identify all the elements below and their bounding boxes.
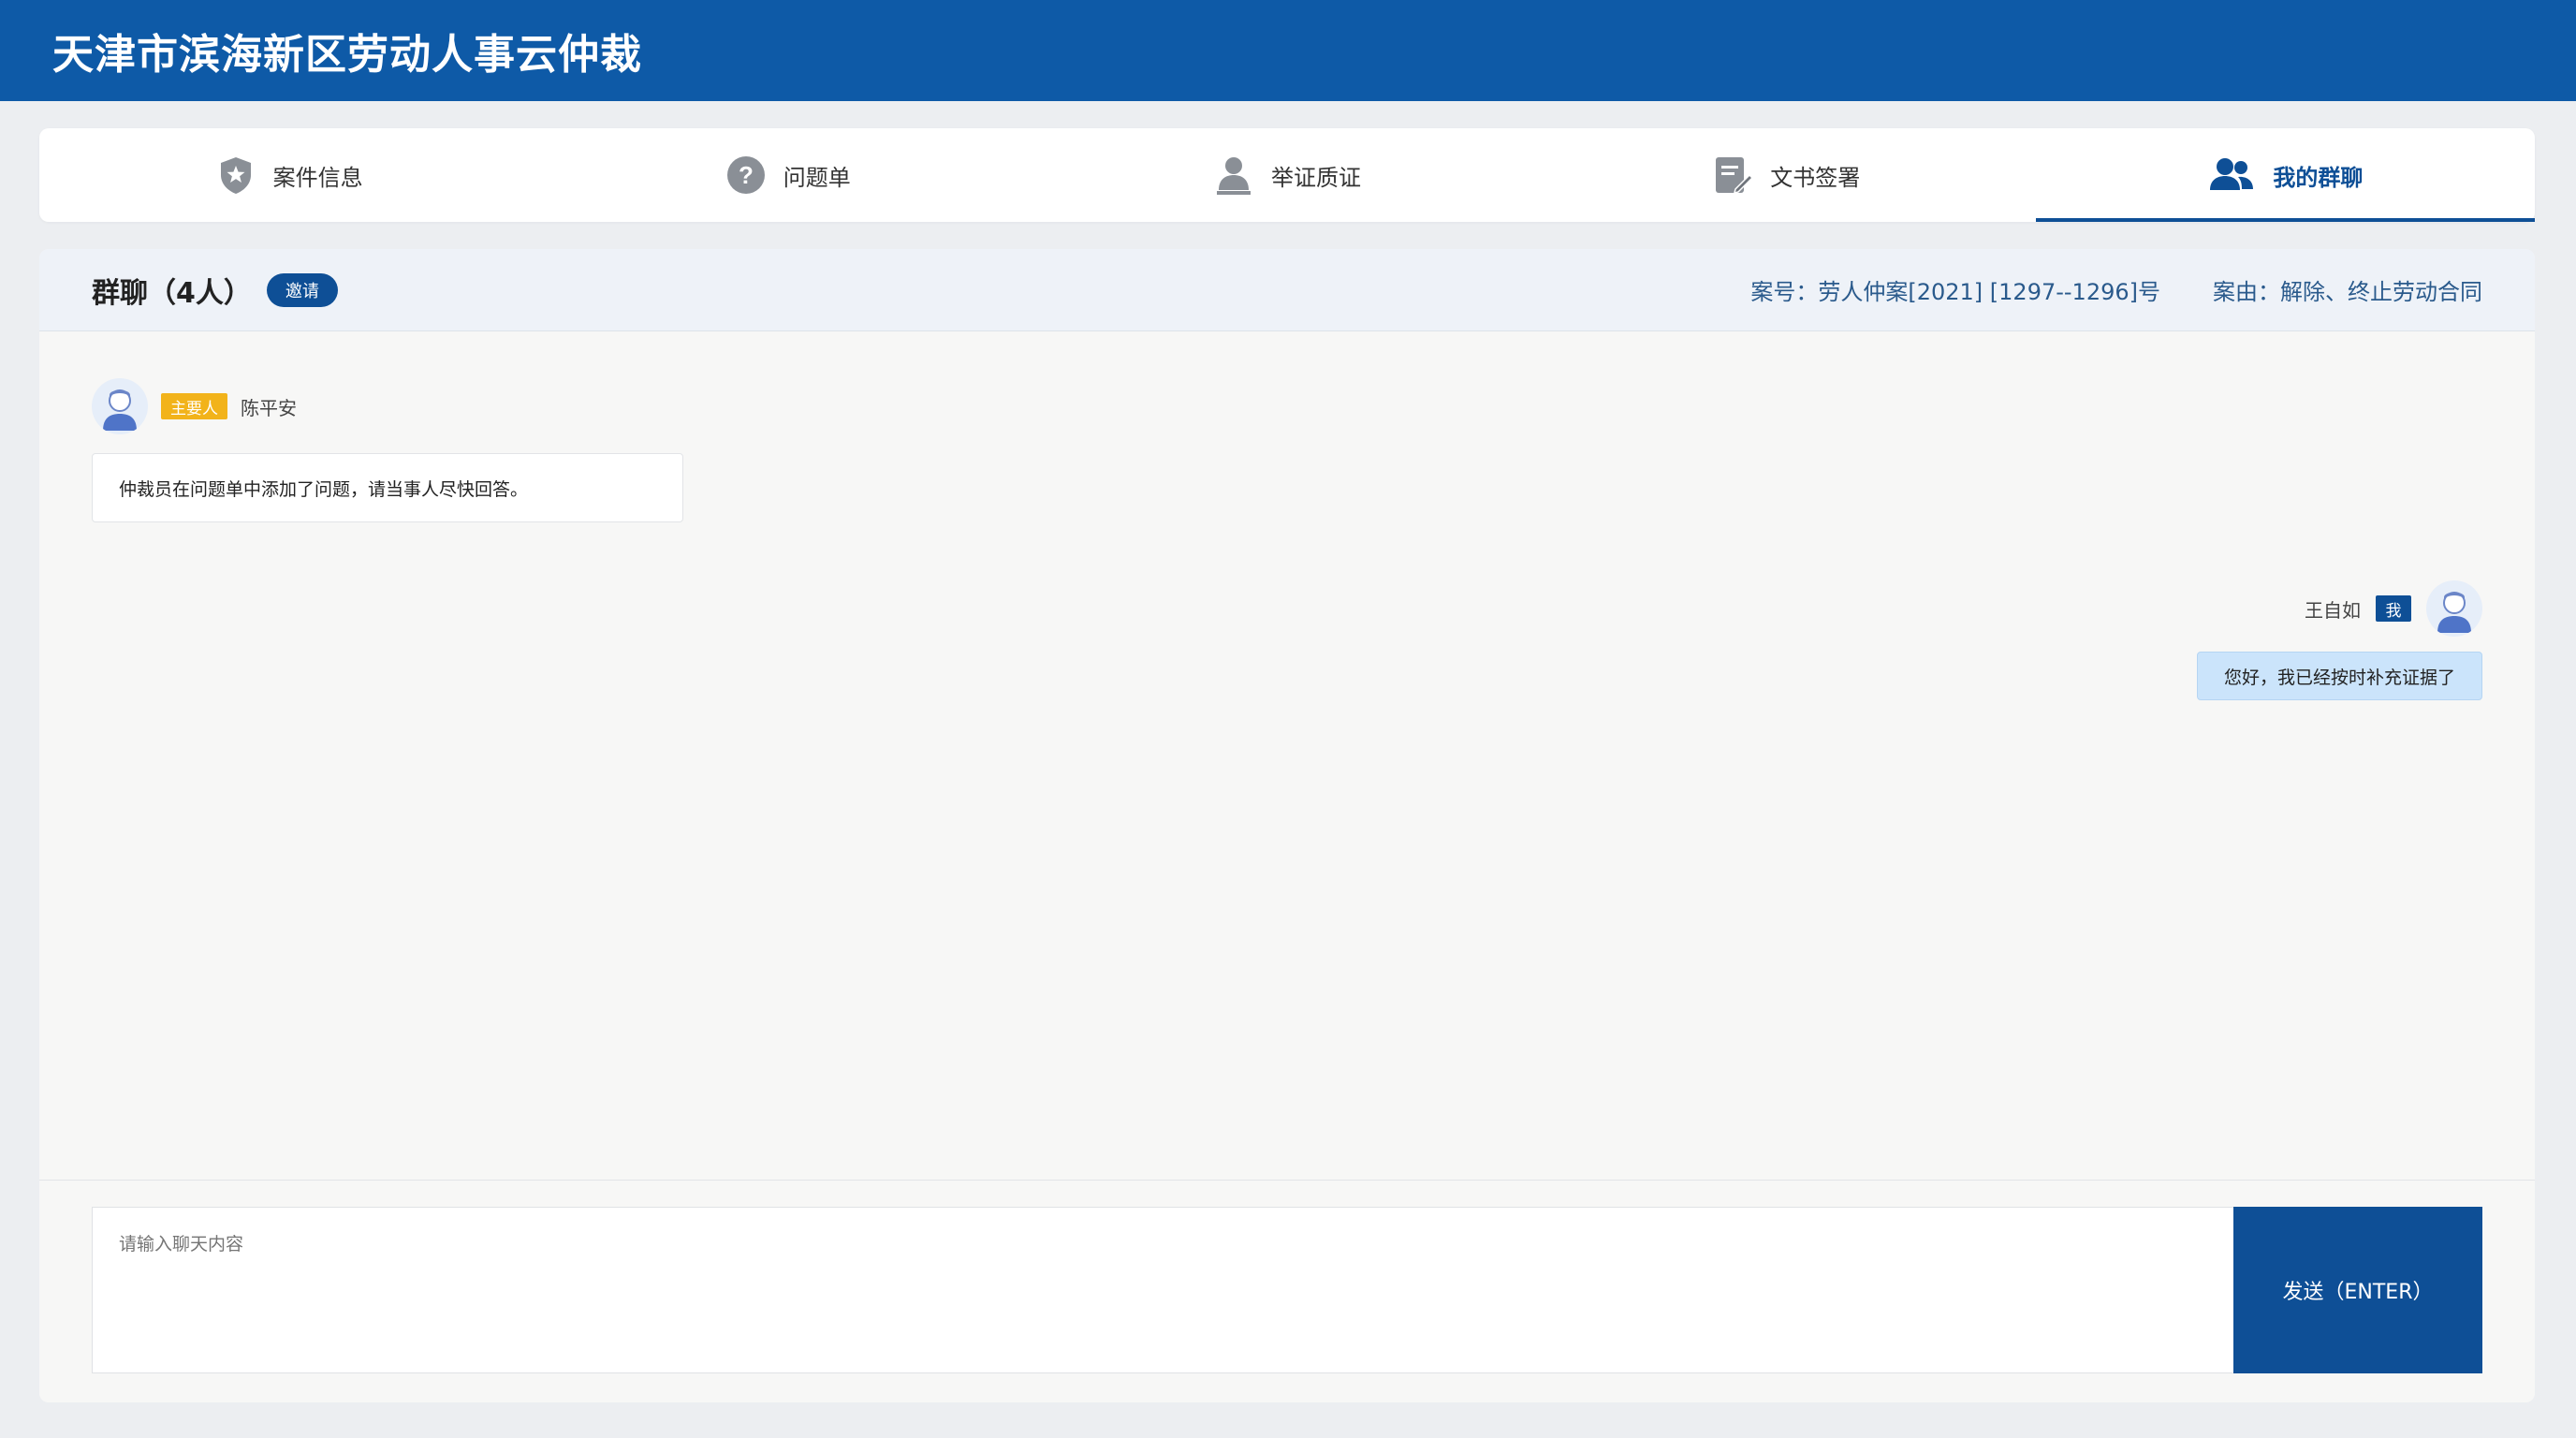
sender-name: 王自如: [2305, 598, 2361, 622]
tab-label: 我的群聊: [2273, 164, 2364, 191]
shield-star-icon: [220, 157, 251, 194]
tab-label: 文书签署: [1770, 164, 1861, 191]
tab-document-sign[interactable]: 文书签署: [1537, 128, 2036, 222]
app-header: 天津市滨海新区劳动人事云仲裁: [0, 0, 2576, 101]
chat-header: 群聊（4人） 邀请 案号：劳人仲案[2021] [1297--1296]号 案由…: [39, 249, 2535, 331]
tab-question-list[interactable]: ? 问题单: [538, 128, 1037, 222]
app-title: 天津市滨海新区劳动人事云仲裁: [52, 31, 642, 79]
avatar: [92, 378, 148, 434]
case-reason: 案由：解除、终止劳动合同: [2213, 279, 2482, 305]
avatar: [2426, 580, 2482, 637]
message-bubble: 仲裁员在问题单中添加了问题，请当事人尽快回答。: [92, 453, 683, 522]
case-number: 案号：劳人仲案[2021] [1297--1296]号: [1750, 279, 2160, 305]
role-badge: 主要人: [161, 393, 227, 419]
tab-label: 案件信息: [272, 164, 363, 191]
message-item: 王自如 我 您好，我已经按时补充证据了: [2196, 580, 2482, 700]
tab-bar: 案件信息 ? 问题单 举证质证 文书签署 我的群聊: [39, 128, 2536, 222]
tab-case-info[interactable]: 案件信息: [39, 128, 538, 222]
document-sign-icon: [1716, 157, 1754, 195]
tab-my-group-chat[interactable]: 我的群聊: [2035, 128, 2536, 222]
message-meta: 王自如 我: [2305, 580, 2482, 637]
sender-name: 陈平安: [241, 396, 297, 419]
send-button[interactable]: 发送（ENTER）: [2233, 1207, 2482, 1373]
message-item: 主要人 陈平安 仲裁员在问题单中添加了问题，请当事人尽快回答。: [92, 378, 683, 522]
tab-label: 举证质证: [1271, 164, 1361, 191]
tab-evidence[interactable]: 举证质证: [1037, 128, 1536, 222]
invite-button[interactable]: 邀请: [266, 272, 338, 307]
message-bubble: 您好，我已经按时补充证据了: [2196, 652, 2482, 700]
question-circle-icon: ?: [726, 156, 765, 194]
user-avatar-icon: [2437, 592, 2471, 633]
chat-input[interactable]: [92, 1207, 2235, 1373]
me-badge: 我: [2376, 595, 2411, 622]
tab-label: 问题单: [783, 164, 851, 191]
group-users-icon: [2210, 158, 2254, 190]
svg-text:?: ?: [739, 161, 754, 189]
group-chat-panel: 群聊（4人） 邀请 案号：劳人仲案[2021] [1297--1296]号 案由…: [39, 249, 2535, 1402]
group-title: 群聊（4人）: [92, 276, 252, 310]
message-composer: 发送（ENTER）: [39, 1180, 2535, 1402]
user-stamp-icon: [1217, 157, 1251, 195]
case-meta: 案号：劳人仲案[2021] [1297--1296]号 案由：解除、终止劳动合同: [1750, 273, 2482, 306]
user-avatar-icon: [103, 389, 137, 431]
message-meta: 主要人 陈平安: [92, 378, 683, 434]
